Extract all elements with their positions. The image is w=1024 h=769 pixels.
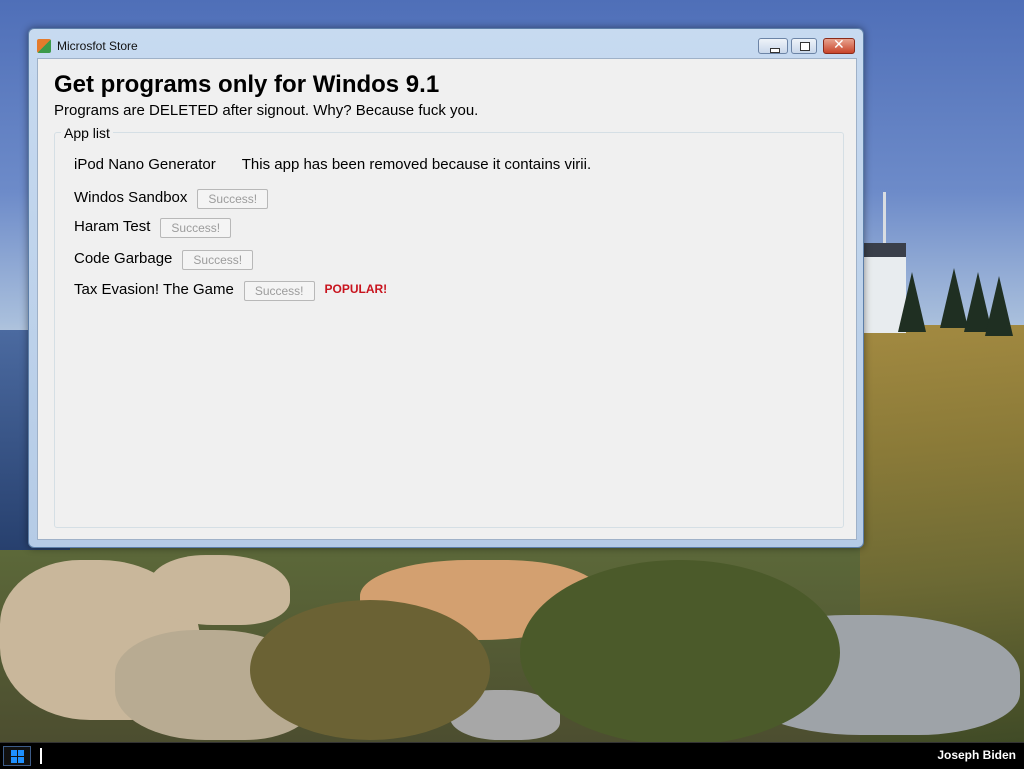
app-row-tax-evasion: Tax Evasion! The Game Success! POPULAR! — [74, 277, 387, 301]
app-name: Haram Test — [74, 217, 151, 235]
wallpaper-tree — [985, 276, 1013, 336]
app-row-haram-test: Haram Test Success! — [74, 214, 232, 238]
app-name: Tax Evasion! The Game — [74, 280, 234, 298]
success-button[interactable]: Success! — [160, 218, 232, 238]
app-name: iPod Nano Generator — [74, 156, 216, 173]
success-button[interactable]: Success! — [197, 189, 269, 209]
user-name[interactable]: Joseph Biden — [937, 748, 1016, 762]
app-list-label: App list — [61, 125, 113, 141]
success-button[interactable]: Success! — [182, 250, 254, 270]
store-window: Microsfot Store ✕ Get programs only for … — [28, 28, 864, 548]
store-app-icon — [37, 39, 51, 53]
app-row-code-garbage: Code Garbage Success! — [74, 246, 254, 270]
minimize-button[interactable] — [758, 38, 788, 54]
app-name: Code Garbage — [74, 249, 173, 267]
maximize-icon — [800, 42, 810, 51]
maximize-button[interactable] — [791, 38, 817, 54]
page-title: Get programs only for Windos 9.1 — [54, 71, 440, 98]
app-list-group: App list iPod Nano Generator This app ha… — [54, 125, 844, 528]
minimize-icon — [770, 48, 780, 53]
app-row-ipod-nano-generator: iPod Nano Generator This app has been re… — [74, 156, 591, 173]
wallpaper-roof — [862, 243, 906, 257]
taskbar-separator — [40, 748, 42, 764]
page-subtitle: Programs are DELETED after signout. Why?… — [54, 102, 479, 119]
taskbar: Joseph Biden — [0, 742, 1024, 769]
window-title: Microsfot Store — [57, 39, 138, 53]
wallpaper-bush — [520, 560, 840, 745]
title-bar[interactable]: Microsfot Store ✕ — [29, 29, 863, 57]
app-row-windos-sandbox: Windos Sandbox Success! — [74, 185, 269, 209]
popular-badge: POPULAR! — [324, 282, 388, 296]
app-name: Windos Sandbox — [74, 188, 188, 206]
wallpaper-tree — [898, 272, 926, 332]
window-content: Get programs only for Windos 9.1 Program… — [37, 58, 857, 540]
success-button[interactable]: Success! — [243, 281, 315, 301]
wallpaper-bush — [250, 600, 490, 740]
windows-logo-icon — [11, 750, 24, 763]
wallpaper-rock — [150, 555, 290, 625]
app-removed-note: This app has been removed because it con… — [241, 156, 592, 173]
start-button[interactable] — [3, 746, 31, 766]
close-icon: ✕ — [833, 37, 845, 53]
close-button[interactable]: ✕ — [823, 37, 855, 54]
